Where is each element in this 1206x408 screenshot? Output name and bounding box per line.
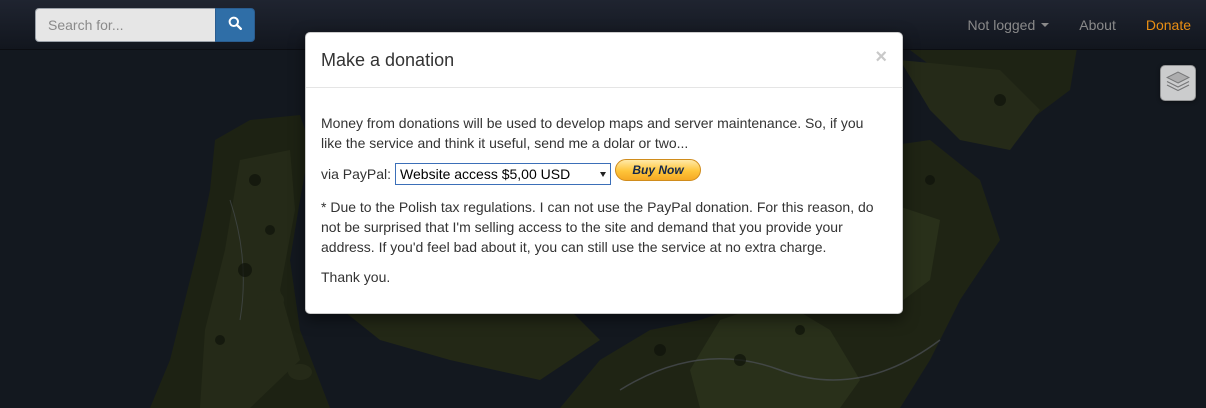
thanks-text: Thank you.	[321, 269, 391, 285]
donation-modal: Make a donation × Money from donations w…	[305, 32, 903, 314]
buy-now-button[interactable]: Buy Now	[615, 159, 702, 181]
donation-intro: Money from donations will be used to dev…	[321, 115, 864, 151]
donate-link[interactable]: Donate	[1146, 17, 1191, 33]
tax-notice: * Due to the Polish tax regulations. I c…	[321, 199, 874, 255]
paypal-label: via PayPal:	[321, 166, 392, 182]
select-arrow-icon	[600, 171, 607, 177]
modal-body: Money from donations will be used to dev…	[306, 88, 902, 287]
about-link[interactable]: About	[1079, 17, 1116, 33]
search-input[interactable]	[35, 8, 215, 42]
search-icon	[228, 16, 243, 35]
search-group	[35, 8, 255, 42]
layers-button[interactable]	[1160, 65, 1196, 101]
close-icon[interactable]: ×	[875, 47, 887, 67]
selected-option: Website access $5,00 USD	[400, 166, 571, 182]
nav-links: Not logged About Donate	[938, 0, 1191, 50]
modal-header: Make a donation ×	[306, 33, 902, 88]
caret-down-icon	[1041, 23, 1050, 27]
layers-icon	[1165, 70, 1191, 97]
login-label: Not logged	[967, 17, 1036, 33]
login-dropdown[interactable]: Not logged	[968, 17, 1050, 33]
paypal-row: via PayPal: Website access $5,00 USD Buy…	[321, 159, 887, 185]
modal-title: Make a donation	[321, 50, 455, 70]
donation-option-select[interactable]: Website access $5,00 USD	[395, 163, 612, 185]
search-button[interactable]	[215, 8, 255, 42]
